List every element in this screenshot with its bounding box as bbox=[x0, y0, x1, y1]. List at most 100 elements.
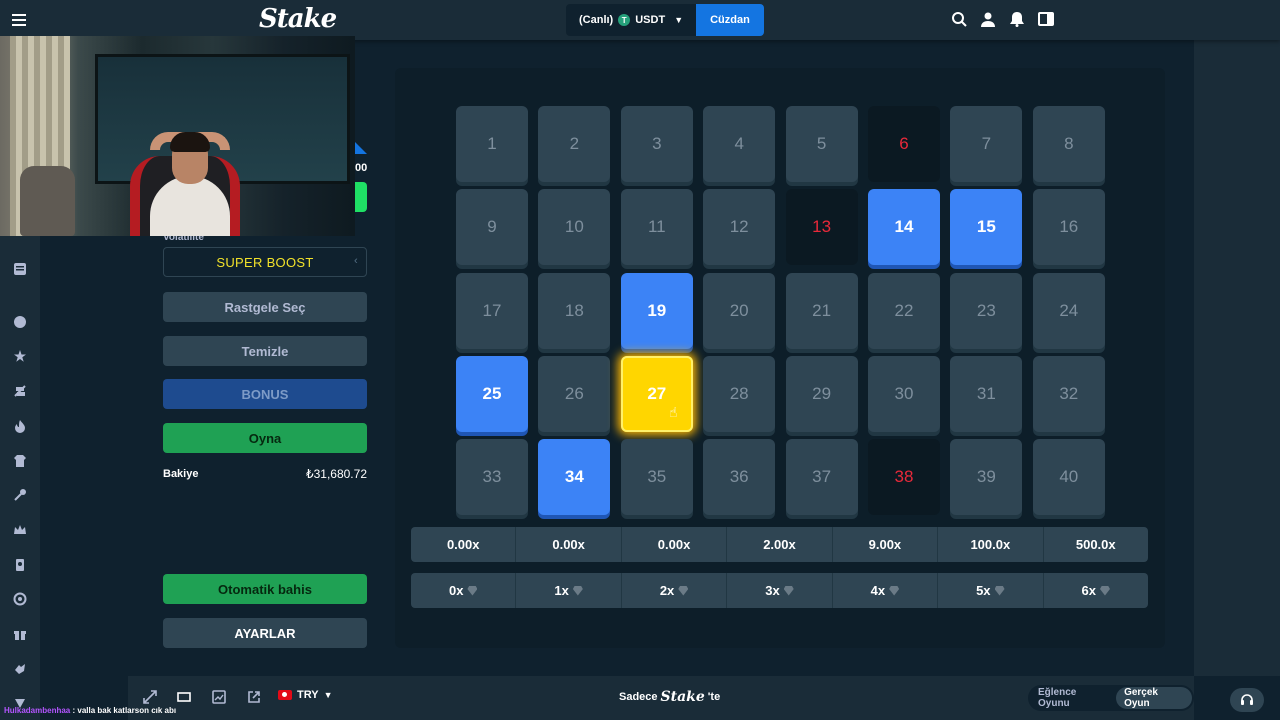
tile-21[interactable]: 21 bbox=[785, 272, 858, 349]
bonus-button[interactable]: BONUS bbox=[163, 379, 367, 409]
gem-icon bbox=[1099, 585, 1110, 596]
star-icon[interactable] bbox=[13, 349, 27, 363]
auto-bet-button[interactable]: Otomatik bahis bbox=[163, 574, 367, 604]
document-icon[interactable] bbox=[13, 262, 27, 276]
tile-5[interactable]: 5 bbox=[785, 106, 858, 182]
tagline: Sadece Stake 'te bbox=[619, 689, 720, 705]
tile-27[interactable]: 27 bbox=[620, 355, 693, 432]
chevron-down-icon: ▼ bbox=[323, 690, 333, 700]
tagline-logo: Stake bbox=[660, 689, 705, 705]
tile-3[interactable]: 3 bbox=[620, 106, 693, 182]
user-icon[interactable] bbox=[980, 11, 996, 29]
gem-icon bbox=[467, 585, 478, 596]
tile-14[interactable]: 14 bbox=[868, 189, 940, 266]
sport-icon[interactable] bbox=[13, 315, 27, 329]
hit-count-label: 4x bbox=[870, 583, 886, 598]
tile-29[interactable]: 29 bbox=[785, 355, 858, 432]
tennis-icon[interactable] bbox=[13, 384, 27, 398]
gem-icon bbox=[994, 585, 1005, 596]
chat-message: : valla bak katlarson cık abı bbox=[72, 706, 177, 715]
tile-8[interactable]: 8 bbox=[1032, 106, 1105, 182]
bet-amount-button[interactable] bbox=[355, 182, 367, 212]
tile-23[interactable]: 23 bbox=[950, 272, 1023, 349]
crown-icon[interactable] bbox=[13, 523, 27, 537]
boost-select-label: SUPER BOOST bbox=[216, 254, 314, 270]
fullscreen-icon[interactable] bbox=[143, 690, 157, 704]
support-icon[interactable] bbox=[13, 592, 27, 606]
tile-22[interactable]: 22 bbox=[868, 272, 940, 349]
tile-18[interactable]: 18 bbox=[538, 272, 611, 349]
tile-28[interactable]: 28 bbox=[703, 355, 776, 432]
play-button[interactable]: Oyna bbox=[163, 423, 367, 453]
tile-25[interactable]: 25 bbox=[456, 355, 528, 432]
tile-19[interactable]: 19 bbox=[620, 272, 693, 349]
hand-icon[interactable] bbox=[13, 661, 27, 675]
stake-logo[interactable]: Stake bbox=[259, 4, 337, 34]
search-icon[interactable] bbox=[951, 11, 967, 29]
hit-count-label: 5x bbox=[976, 583, 991, 598]
payout-cell: 9.00x bbox=[833, 527, 939, 562]
gift-icon[interactable] bbox=[13, 627, 27, 641]
tile-12[interactable]: 12 bbox=[703, 189, 776, 266]
hit-count-cell: 1x bbox=[516, 573, 622, 608]
tile-30[interactable]: 30 bbox=[868, 355, 940, 432]
sidebar-toggle-icon[interactable] bbox=[1038, 11, 1054, 29]
tile-16[interactable]: 16 bbox=[1032, 189, 1105, 266]
currency-select[interactable]: (Canlı) T USDT ▼ bbox=[566, 4, 697, 36]
popout-icon[interactable] bbox=[247, 690, 261, 704]
clear-button[interactable]: Temizle bbox=[163, 336, 367, 366]
bell-icon[interactable] bbox=[1009, 11, 1025, 29]
random-pick-button[interactable]: Rastgele Seç bbox=[163, 292, 367, 322]
tile-34[interactable]: 34 bbox=[538, 439, 611, 516]
chat-username: Hulkadambenhaa bbox=[4, 706, 71, 715]
hit-count-cell: 0x bbox=[411, 573, 517, 608]
tile-2[interactable]: 2 bbox=[538, 106, 611, 182]
tile-15[interactable]: 15 bbox=[950, 189, 1023, 266]
bet-amount-partial: 00 bbox=[355, 162, 368, 174]
settings-button[interactable]: AYARLAR bbox=[163, 618, 367, 648]
tile-24[interactable]: 24 bbox=[1032, 272, 1105, 349]
hit-count-cell: 6x bbox=[1044, 573, 1148, 608]
passport-icon[interactable] bbox=[13, 558, 27, 572]
tile-17[interactable]: 17 bbox=[456, 272, 528, 349]
wallet-button[interactable]: Cüzdan bbox=[696, 4, 764, 36]
payout-cell: 0.00x bbox=[516, 527, 622, 562]
hit-count-label: 3x bbox=[765, 583, 780, 598]
tile-32[interactable]: 32 bbox=[1032, 355, 1105, 432]
key-icon[interactable] bbox=[13, 488, 27, 502]
payout-cell: 2.00x bbox=[727, 527, 833, 562]
balance-label: Bakiye bbox=[163, 468, 199, 480]
jersey-icon[interactable] bbox=[13, 454, 27, 468]
tile-4[interactable]: 4 bbox=[703, 106, 776, 182]
tile-36[interactable]: 36 bbox=[703, 439, 776, 516]
tile-1[interactable]: 1 bbox=[456, 106, 528, 182]
tile-31[interactable]: 31 bbox=[950, 355, 1023, 432]
tile-10[interactable]: 10 bbox=[538, 189, 611, 266]
tile-38[interactable]: 38 bbox=[868, 439, 940, 516]
real-mode-button[interactable]: Gerçek Oyun bbox=[1116, 687, 1192, 709]
currency-mode-label: (Canlı) bbox=[579, 14, 614, 26]
tile-20[interactable]: 20 bbox=[703, 272, 776, 349]
tile-37[interactable]: 37 bbox=[785, 439, 858, 516]
tile-33[interactable]: 33 bbox=[456, 439, 528, 516]
menu-icon[interactable] bbox=[11, 12, 27, 28]
right-margin bbox=[1194, 40, 1280, 676]
stats-icon[interactable] bbox=[212, 690, 226, 704]
boost-select[interactable]: SUPER BOOST ‹ bbox=[163, 247, 367, 277]
tile-26[interactable]: 26 bbox=[538, 355, 611, 432]
tile-11[interactable]: 11 bbox=[620, 189, 693, 266]
tile-9[interactable]: 9 bbox=[456, 189, 528, 266]
tile-40[interactable]: 40 bbox=[1032, 439, 1105, 516]
tile-13[interactable]: 13 bbox=[785, 189, 858, 266]
fun-mode-button[interactable]: Eğlence Oyunu bbox=[1030, 687, 1116, 709]
usdt-icon: T bbox=[618, 14, 631, 26]
tile-6[interactable]: 6 bbox=[868, 106, 940, 182]
gem-icon bbox=[889, 585, 900, 596]
theatre-mode-icon[interactable] bbox=[177, 690, 191, 704]
tile-7[interactable]: 7 bbox=[950, 106, 1023, 182]
currency-dropdown[interactable]: TRY ▼ bbox=[278, 689, 333, 701]
tile-35[interactable]: 35 bbox=[620, 439, 693, 516]
tile-39[interactable]: 39 bbox=[950, 439, 1023, 516]
support-chat-button[interactable] bbox=[1230, 688, 1264, 712]
fire-icon[interactable] bbox=[13, 419, 27, 433]
